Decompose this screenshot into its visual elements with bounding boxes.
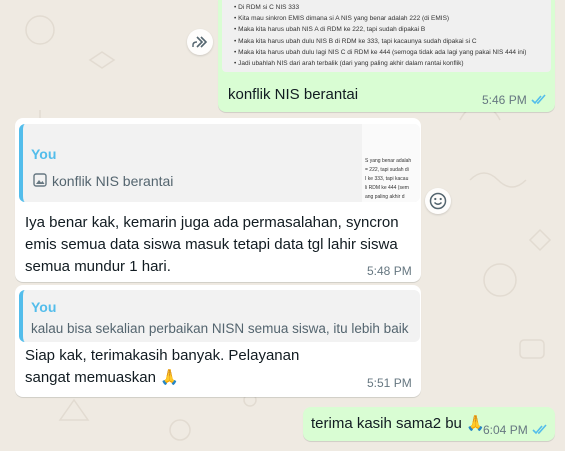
double-check-read-icon <box>531 94 546 105</box>
quote-text: konflik NIS berantai <box>52 173 174 189</box>
quote-author: You <box>31 299 57 315</box>
doc-line: Maka kita harus ubah dulu lagi NIS C di … <box>234 49 526 56</box>
thumb-line: = 222, tapi sudah di <box>365 167 409 173</box>
message-outgoing[interactable]: terima kasih sama2 bu 🙏 6:04 PM <box>303 407 555 441</box>
message-text: Siap kak, terimakasih banyak. Pelayanan … <box>25 347 300 386</box>
message-time: 6:04 PM <box>483 423 528 437</box>
forward-icon <box>192 36 208 48</box>
thumb-line: ang paling akhir d <box>365 194 405 200</box>
image-caption: konflik NIS berantai <box>228 86 359 103</box>
doc-line: Kita mau sinkron EMIS dimana si A NIS ya… <box>234 15 449 22</box>
quote-author: You <box>31 146 57 162</box>
thumb-line: I ke 333, tapi kacau <box>365 176 409 182</box>
doc-line: Jadi ubahlah NIS dari arah terbalik (dar… <box>234 60 463 67</box>
reaction-button[interactable] <box>425 188 451 214</box>
emoji-smile-icon <box>429 192 447 210</box>
document-image-preview[interactable]: Di RDM si C NIS 333 Kita mau sinkron EMI… <box>222 0 551 72</box>
doc-line: Di RDM si C NIS 333 <box>234 4 299 11</box>
thumb-line: S yang benar adalah <box>365 158 412 164</box>
double-check-read-icon <box>532 424 547 435</box>
message-incoming-reply[interactable]: You kalau bisa sekalian perbaikan NISN s… <box>15 285 421 397</box>
quoted-message[interactable]: You konflik NIS berantai S yang benar ad… <box>19 124 420 202</box>
doc-line: Maka kita harus ubah dulu NIS B di RDM k… <box>234 38 476 45</box>
thumb-line: li RDM ke 444 (sem <box>365 185 409 191</box>
quote-text: kalau bisa sekalian perbaikan NISN semua… <box>31 321 409 336</box>
message-time: 5:51 PM <box>367 376 412 390</box>
message-outgoing-image[interactable]: Di RDM si C NIS 333 Kita mau sinkron EMI… <box>218 0 555 112</box>
message-text: Iya benar kak, kemarin juga ada permasal… <box>25 214 399 275</box>
doc-line: Maka kita harus ubah NIS A di RDM ke 222… <box>234 26 425 33</box>
message-time: 5:46 PM <box>482 93 527 107</box>
message-time: 5:48 PM <box>367 264 412 278</box>
forward-button[interactable] <box>187 29 213 55</box>
image-icon <box>33 173 47 187</box>
quoted-message[interactable]: You kalau bisa sekalian perbaikan NISN s… <box>19 290 420 342</box>
message-text: terima kasih sama2 bu 🙏 <box>311 415 485 432</box>
quote-thumbnail: S yang benar adalah = 222, tapi sudah di… <box>362 124 420 202</box>
message-incoming-reply[interactable]: You konflik NIS berantai S yang benar ad… <box>15 118 421 282</box>
